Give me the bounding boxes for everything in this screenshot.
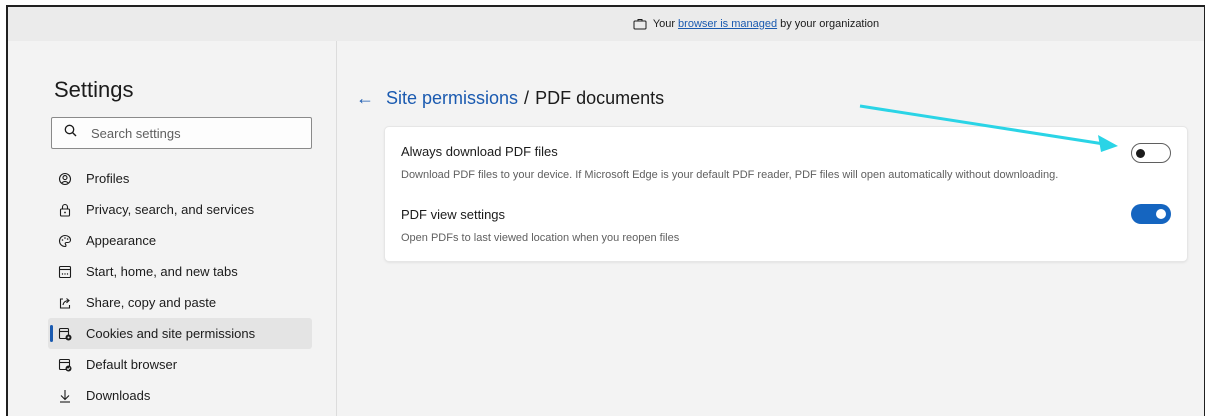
- lock-icon: [58, 203, 72, 217]
- download-icon: [58, 389, 72, 403]
- share-icon: [58, 296, 72, 310]
- breadcrumb-site-permissions-link[interactable]: Site permissions: [386, 88, 518, 109]
- sidebar-item-label: Profiles: [86, 171, 130, 186]
- palette-icon: [58, 234, 72, 248]
- managed-suffix: by your organization: [780, 18, 880, 30]
- sidebar-item-profiles[interactable]: Profiles: [48, 163, 312, 194]
- pdf-view-toggle[interactable]: [1131, 204, 1171, 224]
- setting-row-pdf-view: PDF view settings Open PDFs to last view…: [401, 204, 1171, 244]
- toggle-knob: [1136, 149, 1145, 158]
- cookies-icon: [58, 327, 72, 341]
- setting-title: PDF view settings: [401, 207, 506, 222]
- sidebar-item-share[interactable]: Share, copy and paste: [48, 287, 312, 318]
- setting-description: Open PDFs to last viewed location when y…: [401, 232, 680, 244]
- setting-row-always-download: Always download PDF files Download PDF f…: [401, 143, 1171, 181]
- setting-title: Always download PDF files: [401, 144, 558, 159]
- back-arrow-icon[interactable]: ←: [356, 88, 374, 109]
- breadcrumb: ← Site permissions / PDF documents: [356, 88, 664, 109]
- sidebar-item-downloads[interactable]: Downloads: [48, 380, 312, 411]
- breadcrumb-current: PDF documents: [535, 88, 665, 108]
- sidebar-item-label: Cookies and site permissions: [86, 326, 256, 341]
- briefcase-icon: [633, 18, 647, 30]
- browser-frame: Your browser is managed by your organiza…: [6, 5, 1205, 416]
- managed-prefix: Your: [652, 18, 676, 30]
- profile-icon: [58, 172, 72, 186]
- always-download-toggle[interactable]: [1131, 143, 1171, 163]
- main-content: ← Site permissions / PDF documents Alway…: [338, 41, 1204, 416]
- sidebar-item-label: Privacy, search, and services: [86, 202, 255, 217]
- toggle-knob: [1156, 209, 1166, 219]
- sidebar-item-label: Share, copy and paste: [86, 295, 217, 310]
- sidebar-item-privacy[interactable]: Privacy, search, and services: [48, 194, 312, 225]
- breadcrumb-separator: /: [524, 88, 530, 108]
- sidebar-item-label: Downloads: [86, 388, 151, 403]
- sidebar: Settings Profiles Privacy, search, and s…: [8, 41, 337, 416]
- sidebar-item-label: Start, home, and new tabs: [86, 264, 238, 279]
- sidebar-item-label: Appearance: [86, 233, 157, 248]
- pdf-settings-card: Always download PDF files Download PDF f…: [385, 127, 1187, 261]
- managed-bar: Your browser is managed by your organiza…: [8, 7, 1204, 41]
- search-icon: [64, 124, 77, 142]
- browser-managed-link[interactable]: browser is managed: [678, 18, 777, 30]
- page-title: Settings: [54, 77, 134, 102]
- sidebar-item-appearance[interactable]: Appearance: [48, 225, 312, 256]
- sidebar-item-default-browser[interactable]: Default browser: [48, 349, 312, 380]
- search-input[interactable]: [91, 125, 291, 141]
- sidebar-item-cookies[interactable]: Cookies and site permissions: [48, 318, 312, 349]
- window-icon: [58, 265, 72, 279]
- sidebar-nav: Profiles Privacy, search, and services A…: [48, 163, 312, 411]
- sidebar-item-start-home[interactable]: Start, home, and new tabs: [48, 256, 312, 287]
- sidebar-item-label: Default browser: [86, 357, 178, 372]
- setting-description: Download PDF files to your device. If Mi…: [401, 169, 1059, 181]
- search-box[interactable]: [51, 117, 312, 149]
- default-browser-icon: [58, 358, 72, 372]
